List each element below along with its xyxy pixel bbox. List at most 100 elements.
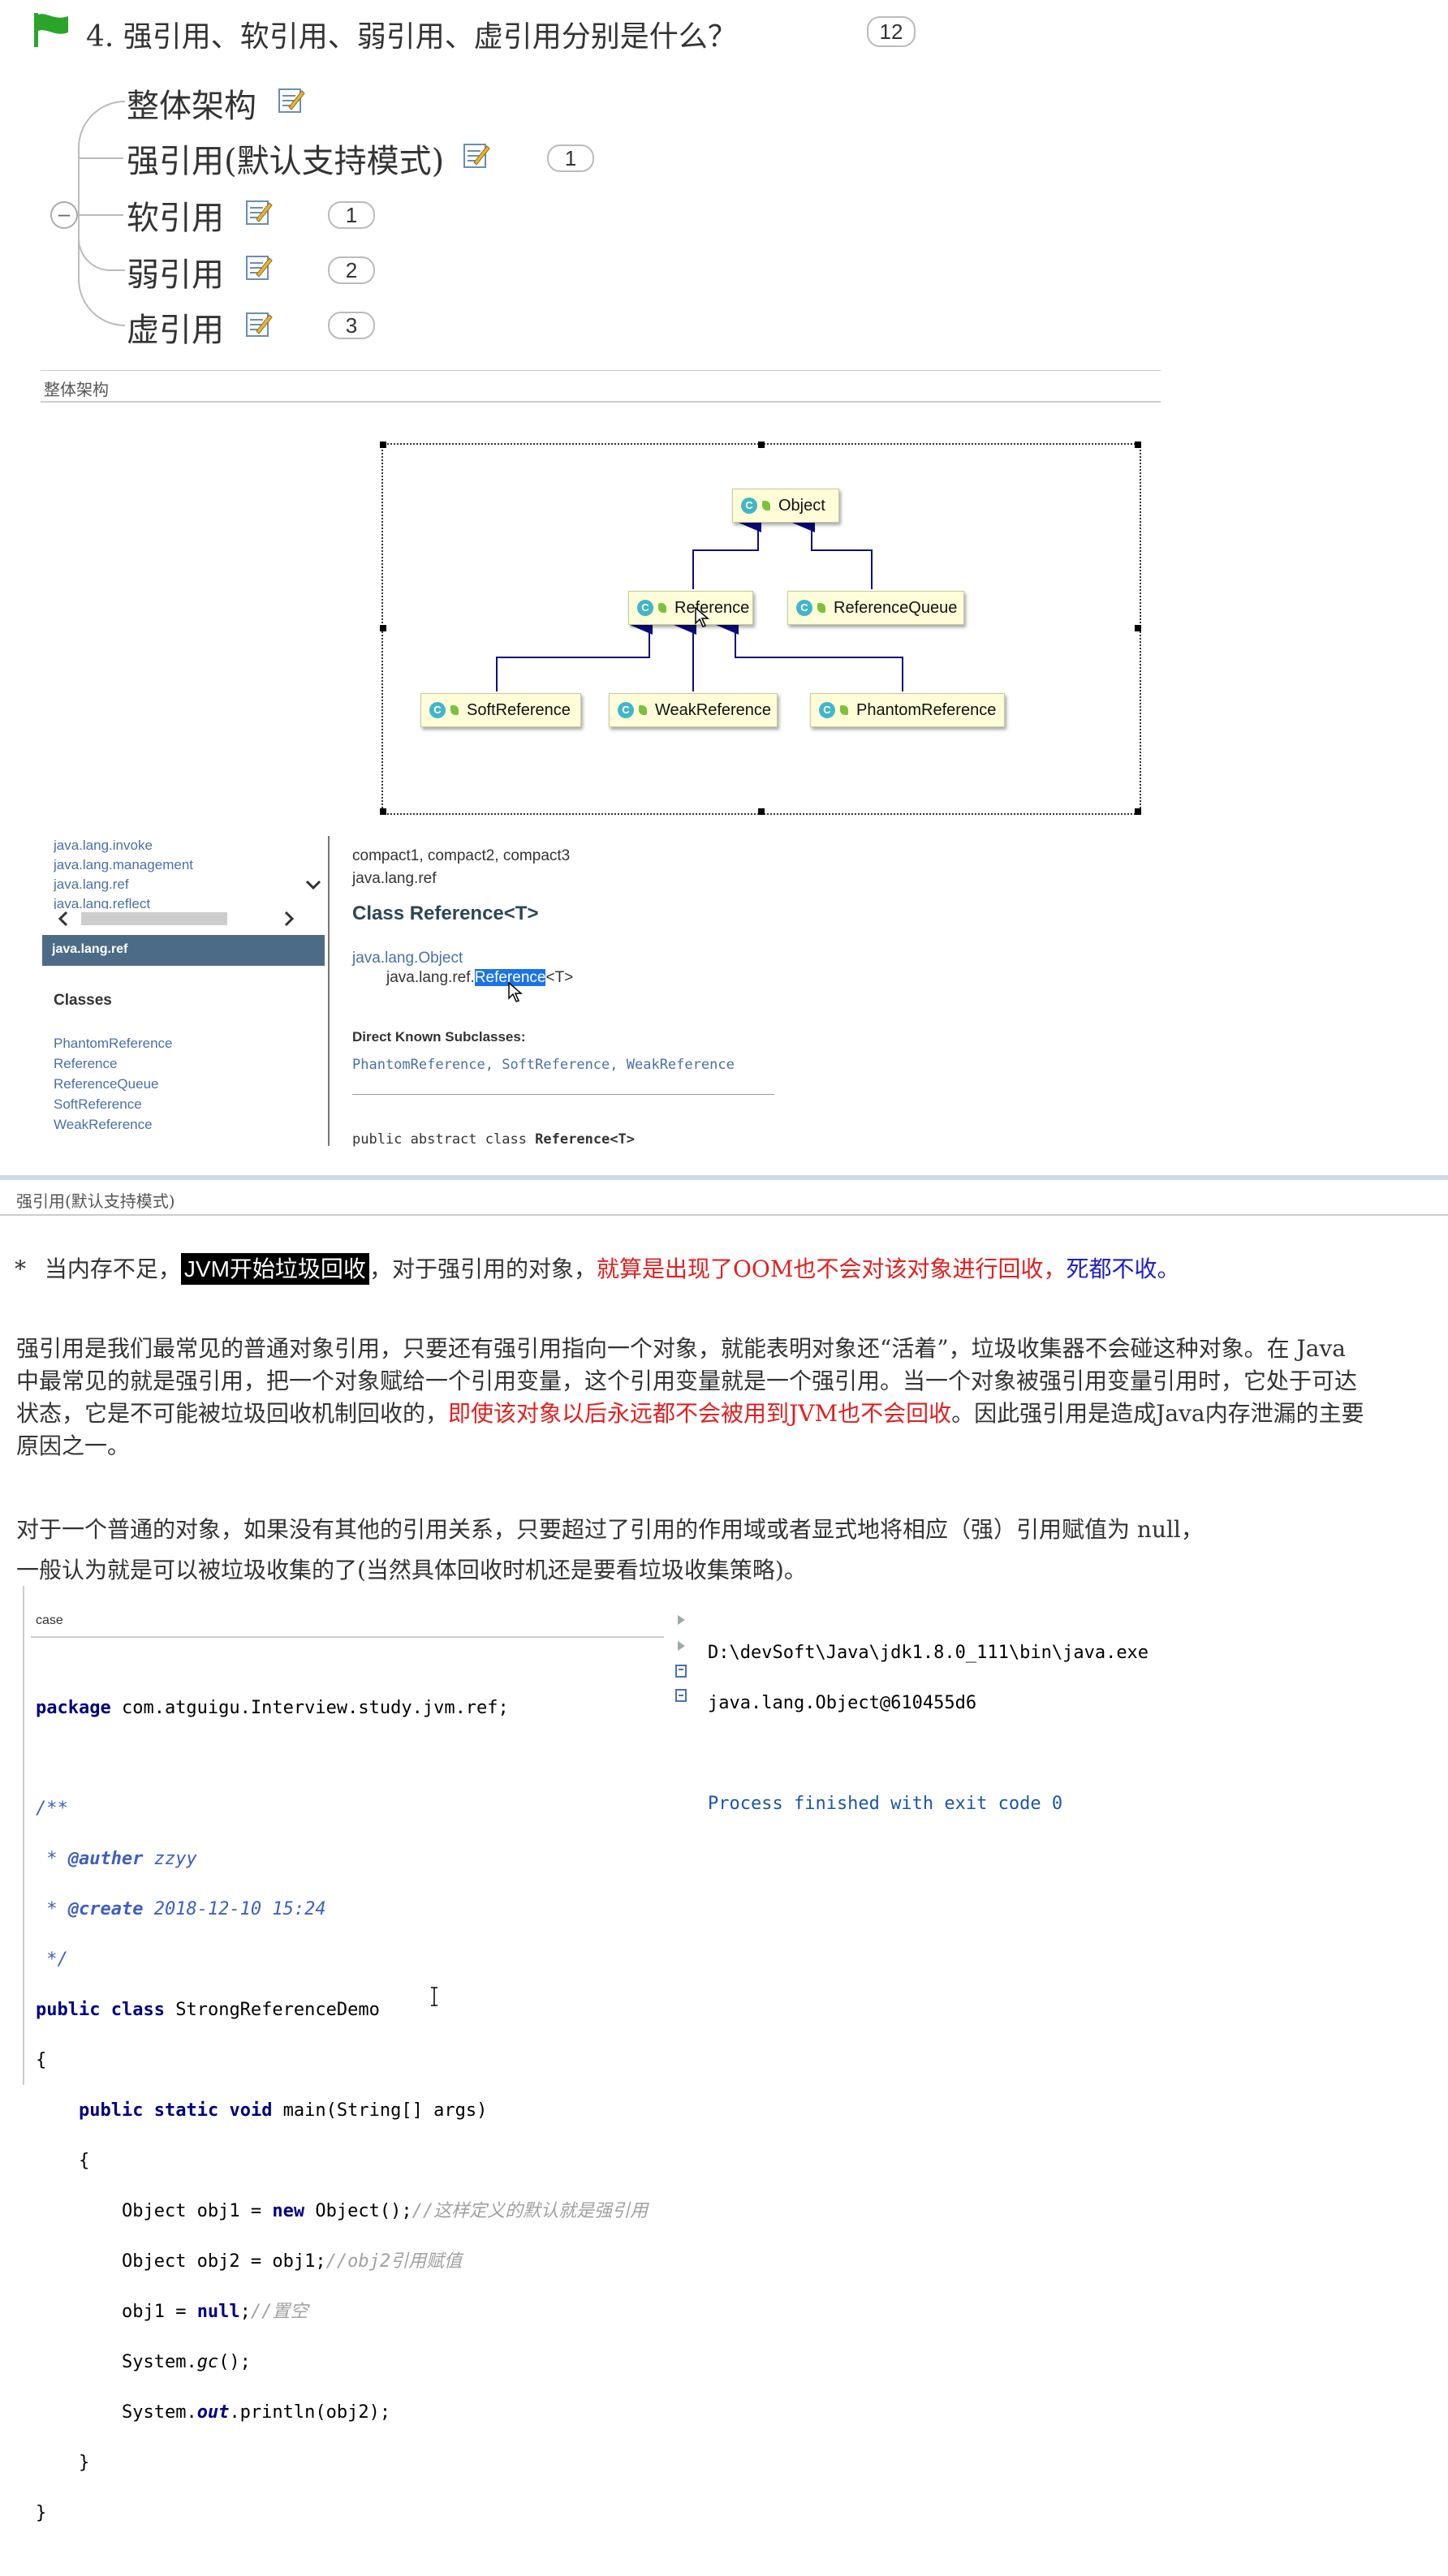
- doc-comment: */: [36, 1949, 68, 1970]
- resize-handle[interactable]: [1135, 442, 1141, 448]
- note-icon[interactable]: [278, 86, 305, 114]
- paragraph-line: 一般认为就是可以被垃圾收集的了(当然具体回收时机还是要看垃圾收集策略)。: [16, 1557, 807, 1583]
- topic-soft-reference[interactable]: 软引用: [127, 192, 224, 239]
- doc-comment: /**: [36, 1798, 68, 1819]
- selected-package-label: java.lang.ref: [52, 942, 128, 956]
- declaration-name: Reference<T>: [535, 1131, 635, 1148]
- topic-badge[interactable]: 3: [328, 312, 375, 339]
- resize-handle[interactable]: [1135, 808, 1141, 815]
- bullet-text-1: 当内存不足，: [44, 1256, 181, 1282]
- doc-tag: @create: [67, 1899, 144, 1919]
- print-icon[interactable]: [674, 1688, 687, 1704]
- horizontal-scrollbar[interactable]: [54, 909, 330, 928]
- hierarchy-suffix: <T>: [545, 969, 574, 986]
- package-item[interactable]: java.lang.invoke: [54, 838, 153, 854]
- topic-badge[interactable]: 1: [328, 201, 375, 229]
- package-item[interactable]: java.lang.reflect: [54, 896, 150, 909]
- console-output[interactable]: D:\devSoft\Java\jdk1.8.0_111\bin\java.ex…: [708, 1615, 1148, 1867]
- code-text: ;: [239, 2302, 251, 2322]
- class-link[interactable]: PhantomReference: [54, 1036, 172, 1052]
- topic-overall-architecture[interactable]: 整体架构: [127, 80, 256, 127]
- highlighted-text: JVM开始垃圾回收: [180, 1253, 369, 1285]
- code-line: }: [36, 2501, 648, 2526]
- uml-class-weakreference[interactable]: C WeakReference: [609, 693, 778, 727]
- topic-label: 虚引用: [127, 312, 224, 349]
- uml-class-label: WeakReference: [655, 700, 772, 719]
- topic-label: 整体架构: [127, 88, 256, 125]
- uml-class-object[interactable]: C Object: [732, 489, 839, 523]
- blue-emphasis: 死都不收。: [1066, 1256, 1180, 1282]
- leaf-icon: [639, 705, 647, 715]
- class-link[interactable]: WeakReference: [54, 1117, 153, 1133]
- console-line: java.lang.Object@610455d6: [708, 1693, 977, 1713]
- package-list[interactable]: java.lang.invoke java.lang.management ja…: [54, 836, 330, 909]
- resize-handle[interactable]: [380, 808, 386, 815]
- keyword: static: [153, 2100, 219, 2121]
- section-divider: [41, 370, 1161, 371]
- code-comment: //置空: [250, 2302, 308, 2322]
- paragraph-line: 对于一个普通的对象，如果没有其他的引用关系，只要超过了引用的作用域或者显式地将相…: [16, 1516, 1204, 1543]
- uml-class-softreference[interactable]: C SoftReference: [420, 693, 581, 727]
- rerun-icon[interactable]: [675, 1613, 687, 1626]
- class-icon: C: [796, 600, 812, 616]
- leaf-icon: [840, 705, 848, 715]
- collapse-toggle[interactable]: –: [50, 201, 78, 229]
- topic-strong-reference[interactable]: 强引用(默认支持模式): [127, 135, 444, 182]
- code-text: System.: [121, 2352, 197, 2372]
- uml-class-reference[interactable]: C Reference: [628, 591, 753, 625]
- chevron-right-icon[interactable]: [282, 911, 295, 927]
- selected-package-bar: java.lang.ref: [42, 935, 325, 966]
- settings-icon[interactable]: [674, 1664, 687, 1680]
- package-item[interactable]: java.lang.ref: [54, 877, 129, 893]
- section-label: 强引用(默认支持模式): [16, 1191, 175, 1211]
- bullet-star: *: [15, 1256, 26, 1282]
- topic-label: 软引用: [127, 200, 224, 237]
- topic-phantom-reference[interactable]: 虚引用: [127, 304, 224, 351]
- uml-diagram[interactable]: C Object C Reference C ReferenceQueue C Soft…: [380, 442, 1141, 815]
- hierarchy-parent[interactable]: java.lang.Object: [352, 950, 463, 967]
- class-link[interactable]: Reference: [54, 1056, 117, 1072]
- red-emphasis: 即使该对象以后永远都不会被用到JVM也不会回收: [448, 1400, 952, 1427]
- code-text: StrongReferenceDemo: [164, 2000, 380, 2020]
- class-link[interactable]: SoftReference: [54, 1096, 142, 1113]
- code-line: System.out.println(obj2);: [36, 2400, 648, 2425]
- note-icon[interactable]: [245, 253, 273, 281]
- class-link[interactable]: ReferenceQueue: [54, 1076, 158, 1092]
- chevron-down-icon[interactable]: [305, 880, 321, 891]
- code-line: /**: [36, 1796, 648, 1821]
- scrollbar-thumb[interactable]: [81, 912, 227, 925]
- paragraph-line: 状态，它是不可能被垃圾回收机制回收的，即使该对象以后永远都不会被用到JVM也不会…: [16, 1398, 1445, 1430]
- chevron-left-icon[interactable]: [57, 911, 70, 927]
- keyword: public: [78, 2100, 144, 2121]
- topic-label: 强引用(默认支持模式): [127, 143, 445, 180]
- note-icon[interactable]: [463, 141, 490, 169]
- topic-weak-reference[interactable]: 弱引用: [127, 248, 224, 295]
- code-text: Object obj2 = obj1;: [121, 2251, 326, 2272]
- uml-class-referencequeue[interactable]: C ReferenceQueue: [787, 591, 964, 625]
- paragraph-text: 状态，它是不可能被垃圾回收机制回收的，: [16, 1400, 449, 1427]
- console-panel: D:\devSoft\Java\jdk1.8.0_111\bin\java.ex…: [667, 1604, 1448, 1814]
- resize-handle[interactable]: [1135, 625, 1141, 631]
- code-block[interactable]: package com.atguigu.Interview.study.jvm.…: [36, 1670, 648, 2576]
- resize-handle[interactable]: [380, 625, 386, 631]
- subclasses-list[interactable]: PhantomReference, SoftReference, WeakRef…: [352, 1057, 735, 1073]
- uml-class-phantomreference[interactable]: C PhantomReference: [810, 693, 1005, 727]
- code-text: Object();: [304, 2201, 412, 2221]
- package-item[interactable]: java.lang.management: [54, 857, 193, 873]
- uml-class-label: ReferenceQueue: [834, 598, 958, 617]
- topic-badge[interactable]: 2: [328, 256, 375, 284]
- note-icon[interactable]: [245, 310, 273, 338]
- package-name: java.lang.ref: [352, 870, 437, 887]
- class-declaration: public abstract class Reference<T>: [352, 1131, 635, 1148]
- code-text: .println(obj2);: [229, 2402, 391, 2423]
- resize-handle[interactable]: [758, 808, 765, 815]
- frame-divider[interactable]: [328, 836, 330, 1146]
- stop-icon[interactable]: [675, 1639, 687, 1652]
- topic-label: 弱引用: [127, 256, 224, 294]
- note-icon[interactable]: [245, 198, 273, 226]
- resize-handle[interactable]: [380, 442, 386, 448]
- resize-handle[interactable]: [758, 442, 765, 448]
- topic-badge[interactable]: 1: [547, 144, 594, 172]
- section-divider: [0, 1175, 1448, 1180]
- bullet-text-2: ，对于强引用的对象，: [368, 1256, 597, 1282]
